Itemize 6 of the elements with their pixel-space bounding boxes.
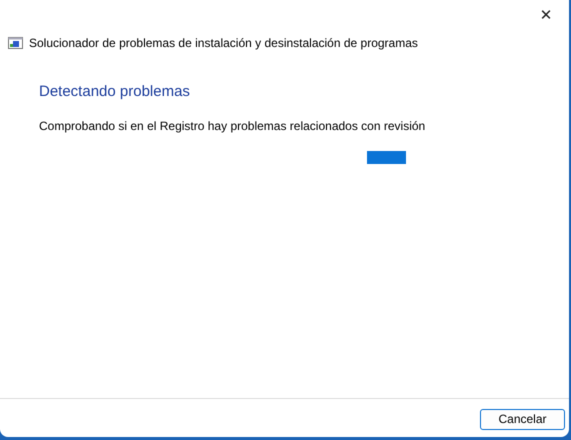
close-button[interactable]: ✕	[523, 0, 569, 30]
cancel-button[interactable]: Cancelar	[480, 408, 565, 430]
status-text: Comprobando si en el Registro hay problemas relacionados con revisión	[39, 119, 426, 133]
program-window-icon	[8, 37, 23, 49]
page-heading: Detectando problemas	[39, 83, 191, 100]
window-title: Solucionador de problemas de instalación y desinstalación de programas	[29, 36, 418, 50]
